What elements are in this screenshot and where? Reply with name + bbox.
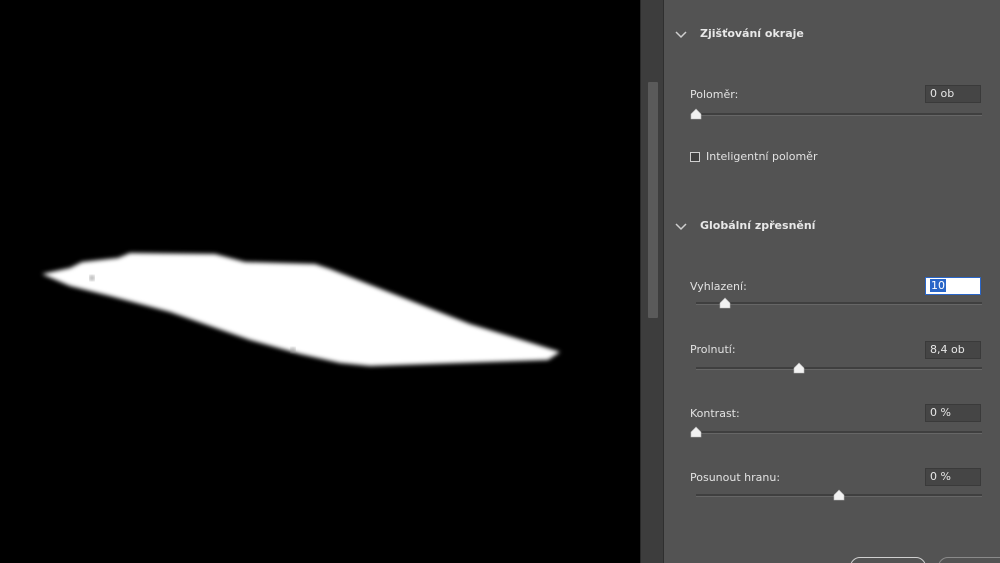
smart-radius-label: Inteligentní poloměr [706, 150, 818, 163]
radius-slider[interactable] [690, 108, 982, 122]
feather-field[interactable]: 8,4 ob [925, 341, 981, 359]
feather-slider-track [696, 367, 982, 370]
feather-label: Prolnutí: [690, 343, 736, 356]
shift-edge-slider[interactable] [696, 489, 982, 503]
contrast-label: Kontrast: [690, 407, 740, 420]
feather-slider[interactable] [696, 362, 982, 376]
slider-thumb-icon[interactable] [690, 426, 702, 438]
chevron-down-icon[interactable] [674, 29, 688, 39]
smooth-value: 10 [930, 279, 946, 292]
slider-thumb-icon[interactable] [793, 362, 805, 374]
contrast-field[interactable]: 0 % [925, 404, 981, 422]
chevron-down-icon[interactable] [674, 221, 688, 231]
ok-button[interactable] [938, 557, 1000, 563]
contrast-slider[interactable] [690, 426, 982, 440]
radius-label: Poloměr: [690, 88, 739, 101]
smart-radius-row[interactable]: Inteligentní poloměr [690, 150, 817, 163]
panel-scrollbar[interactable] [640, 0, 664, 563]
global-refinements-section-header[interactable]: Globální zpřesnění [674, 219, 815, 232]
radius-slider-track [696, 113, 982, 116]
contrast-slider-track [696, 431, 982, 434]
cancel-button[interactable] [850, 557, 926, 563]
slider-thumb-icon[interactable] [690, 108, 702, 120]
mask-preview-canvas[interactable] [0, 0, 640, 563]
smooth-slider[interactable] [696, 297, 982, 311]
refine-edge-workspace: Zjišťování okraje Poloměr: 0 ob Intelige… [0, 0, 1000, 563]
smooth-label: Vyhlazení: [690, 280, 747, 293]
slider-thumb-icon[interactable] [719, 297, 731, 309]
slider-thumb-icon[interactable] [833, 489, 845, 501]
smooth-field[interactable]: 10 [925, 277, 981, 295]
mask-shape-image [42, 253, 560, 366]
edge-detection-title: Zjišťování okraje [700, 27, 804, 40]
shift-edge-label: Posunout hranu: [690, 471, 781, 484]
checkbox-icon[interactable] [690, 151, 700, 162]
edge-detection-section-header[interactable]: Zjišťování okraje [674, 27, 804, 40]
properties-panel: Zjišťování okraje Poloměr: 0 ob Intelige… [664, 0, 1000, 563]
scrollbar-thumb[interactable] [648, 82, 658, 318]
global-refinements-title: Globální zpřesnění [700, 219, 816, 232]
shift-edge-field[interactable]: 0 % [925, 468, 981, 486]
smooth-slider-track [696, 302, 982, 305]
radius-field[interactable]: 0 ob [925, 85, 981, 103]
